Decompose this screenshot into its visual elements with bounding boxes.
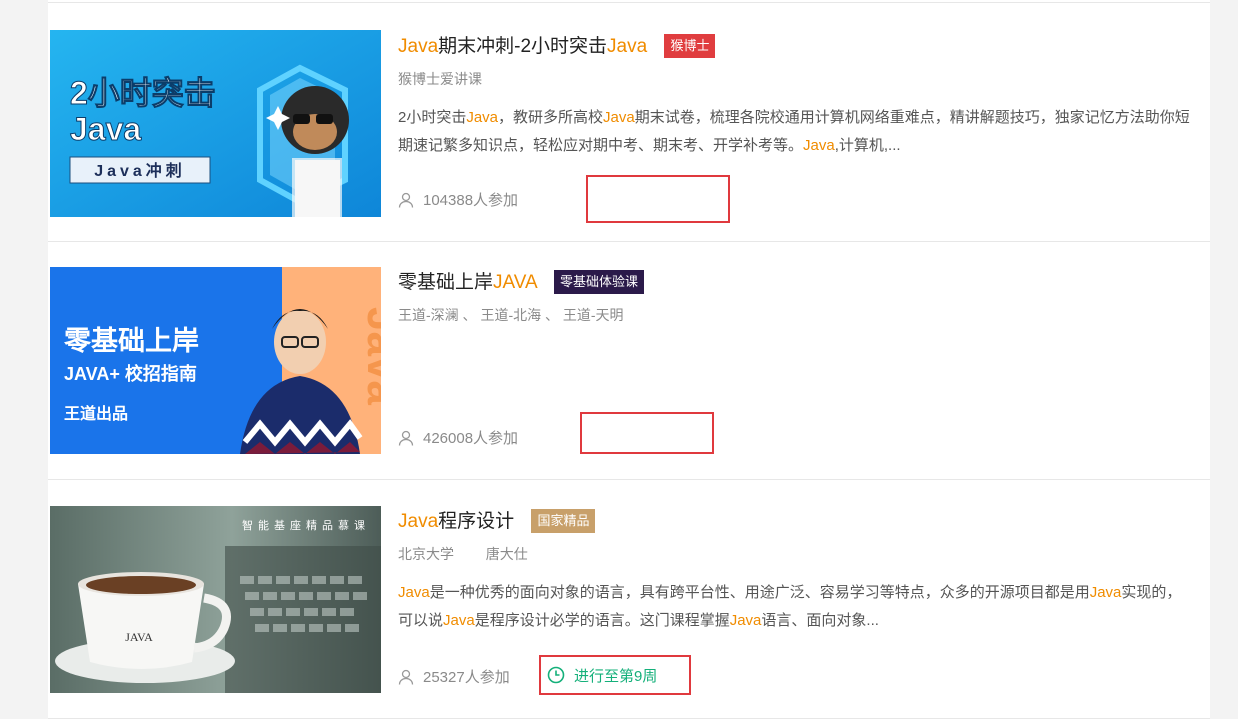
title-keyword: Java: [398, 36, 439, 57]
course-card-3[interactable]: JAVA 智能基座精品慕课 Java程序设计 国家精品 北京大学 唐大仕 Jav…: [48, 480, 1210, 719]
course-title[interactable]: Java期末冲刺-2小时突击Java 猴博士: [398, 31, 716, 58]
course-title[interactable]: 零基础上岸JAVA 零基础体验课: [398, 267, 644, 294]
title-text: 程序设计: [438, 511, 515, 532]
thumb-line2: JAVA+ 校招指南: [64, 363, 197, 384]
person-icon: [398, 192, 414, 208]
thumb-line3: 王道出品: [64, 404, 128, 423]
course-description: 2小时突击Java，教研多所高校Java期末试卷，梳理各院校通用计算机网络重难点…: [398, 109, 1190, 154]
course-card-1[interactable]: 2小时突击 Java Java冲刺 Java期末冲刺-2小时突击Java 猴博士…: [48, 2, 1210, 242]
course-thumbnail[interactable]: JAVA 智能基座精品慕课: [50, 506, 381, 693]
thumb-cup-label: JAVA: [125, 630, 153, 644]
enrollment-count: 104388人参加: [398, 189, 518, 210]
course-1-thumbnail-art: 2小时突击 Java Java冲刺: [50, 30, 381, 217]
status-highlight-box: [586, 175, 730, 223]
thumb-line1: 零基础上岸: [63, 326, 199, 356]
course-list: 2小时突击 Java Java冲刺 Java期末冲刺-2小时突击Java 猴博士…: [48, 0, 1210, 719]
course-badge: 零基础体验课: [553, 270, 644, 294]
person-icon: [398, 669, 414, 685]
status-highlight-box: [580, 412, 714, 454]
enrolled-text: 104388人参加: [423, 192, 519, 209]
title-keyword-2: Java: [607, 36, 648, 57]
enrollment-count: 25327人参加: [398, 666, 510, 687]
enrolled-text: 426008人参加: [423, 430, 519, 447]
thumb-line1: 2小时突击: [70, 75, 216, 111]
course-thumbnail[interactable]: 2小时突击 Java Java冲刺: [50, 30, 381, 217]
thumb-label: Java冲刺: [94, 161, 186, 180]
course-teachers[interactable]: 王道-深澜 、 王道-北海 、 王道-天明: [398, 305, 624, 325]
clock-icon: [547, 666, 565, 684]
teacher-name[interactable]: 唐大仕: [486, 546, 528, 562]
course-progress: 进行至第9周: [541, 657, 689, 693]
thumb-side: Java: [358, 307, 381, 405]
progress-text: 进行至第9周: [574, 667, 658, 685]
course-3-thumbnail-art: JAVA 智能基座精品慕课: [50, 506, 381, 693]
course-card-2[interactable]: Java 零基础上岸 JAVA+ 校招指南 王道出品 零基础上岸JAVA 零基础…: [48, 241, 1210, 480]
course-thumbnail[interactable]: Java 零基础上岸 JAVA+ 校招指南 王道出品: [50, 267, 381, 454]
course-teachers: 北京大学 唐大仕: [398, 544, 528, 564]
teacher-school[interactable]: 北京大学: [398, 546, 454, 562]
enrollment-count: 426008人参加: [398, 427, 518, 448]
course-badge: 国家精品: [531, 509, 596, 533]
title-keyword: Java: [398, 511, 439, 532]
person-icon: [398, 430, 414, 446]
title-keyword: JAVA: [493, 272, 537, 293]
course-teachers[interactable]: 猴博士爱讲课: [398, 69, 482, 89]
thumb-line2: Java: [70, 111, 141, 147]
course-2-thumbnail-art: Java 零基础上岸 JAVA+ 校招指南 王道出品: [50, 267, 381, 454]
title-text: 零基础上岸: [398, 272, 494, 293]
status-highlight-box: 进行至第9周: [539, 655, 691, 695]
course-title[interactable]: Java程序设计 国家精品: [398, 506, 596, 533]
course-description: Java是一种优秀的面向对象的语言，具有跨平台性、用途广泛、容易学习等特点，众多…: [398, 584, 1182, 629]
enrolled-text: 25327人参加: [423, 669, 510, 686]
title-text: 期末冲刺-2小时突击: [438, 36, 608, 57]
course-badge: 猴博士: [664, 34, 716, 58]
thumb-banner: 智能基座精品慕课: [242, 518, 370, 532]
